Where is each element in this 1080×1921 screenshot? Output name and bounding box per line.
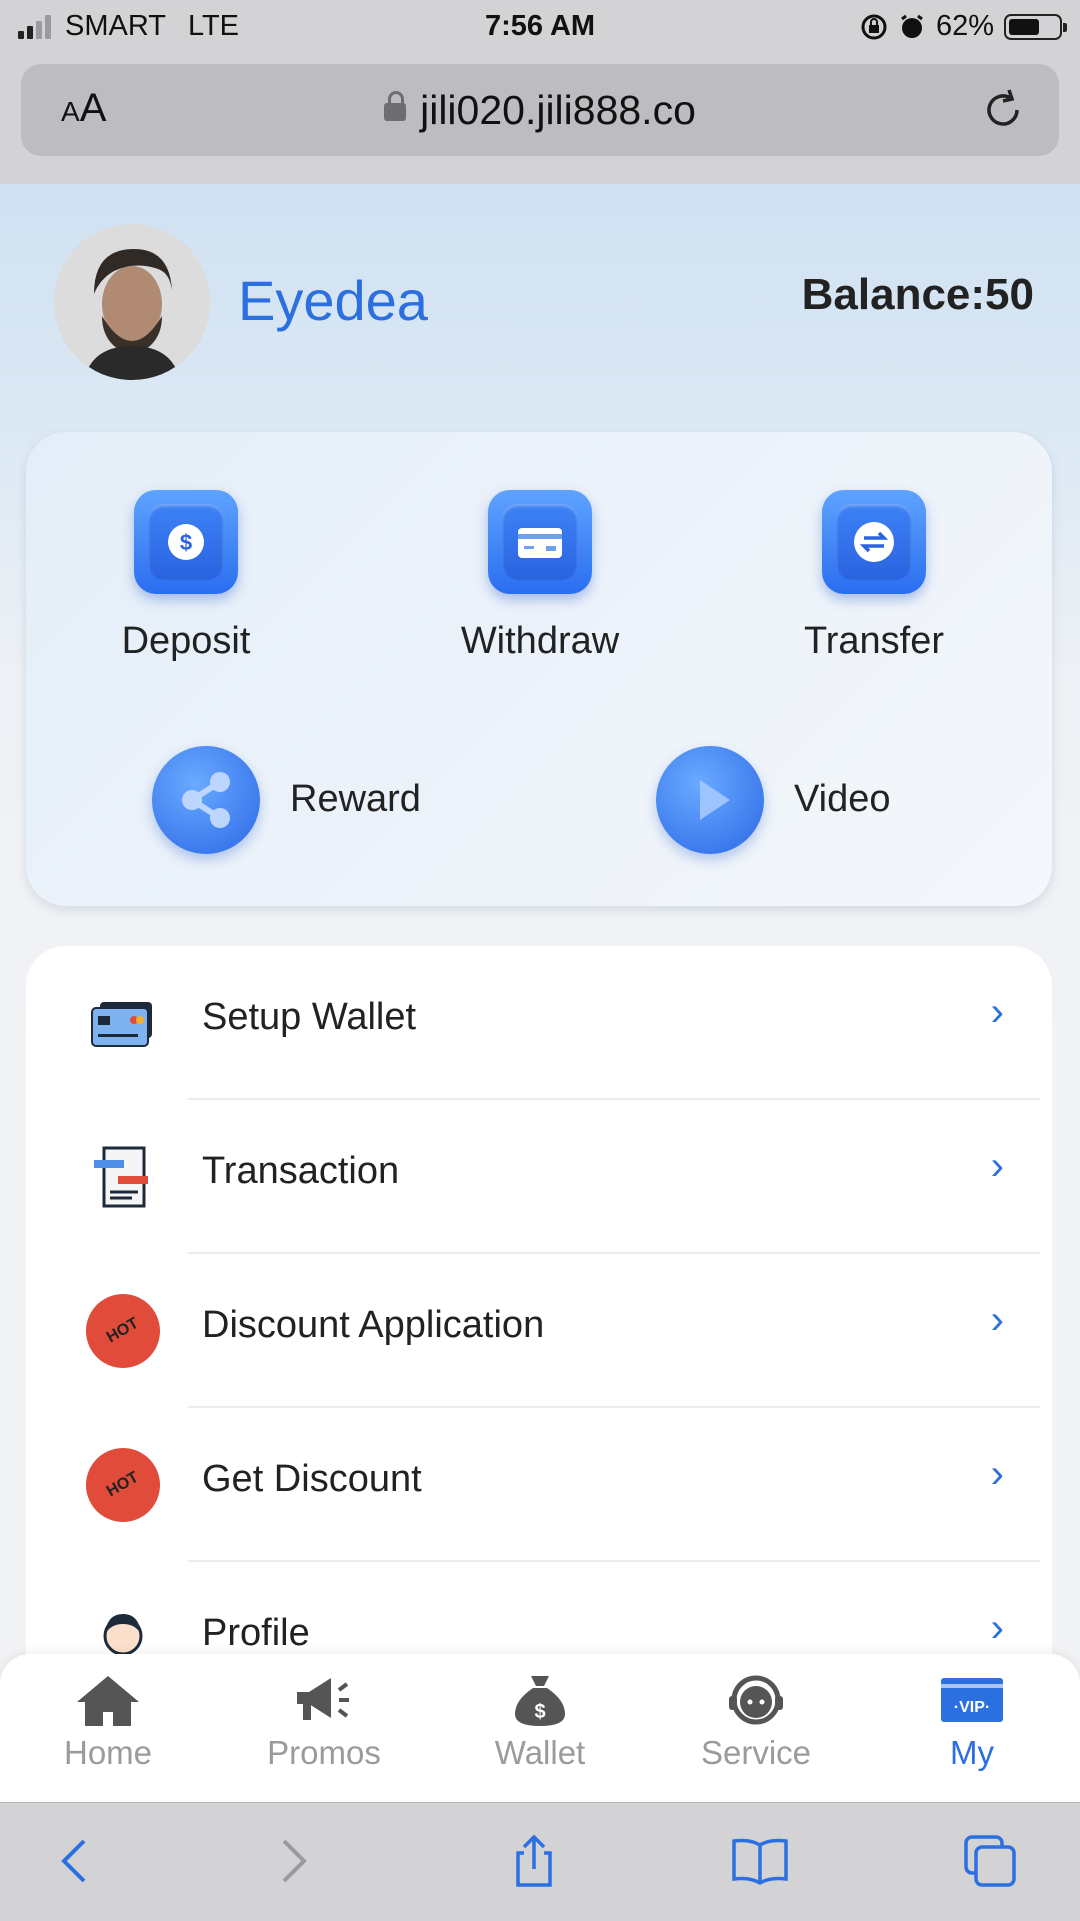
profile-header: Eyedea Balance:50 (54, 224, 1034, 384)
play-icon (656, 746, 764, 854)
menu-item-profile[interactable]: Profile › (26, 1562, 1052, 1654)
tab-home[interactable]: Home (0, 1672, 216, 1772)
text-size-button[interactable]: AA (61, 86, 106, 131)
reload-icon[interactable] (979, 86, 1027, 134)
video-label: Video (794, 778, 891, 820)
transfer-button[interactable]: Transfer (784, 490, 964, 663)
tab-label: Promos (267, 1734, 381, 1771)
battery-percent: 62% (935, 10, 994, 42)
url-text: jili020.jili888.co (420, 86, 696, 133)
deposit-label: Deposit (121, 620, 251, 662)
chevron-right-icon: › (990, 1144, 1004, 1188)
svg-text:$: $ (534, 1701, 545, 1723)
chevron-right-icon: › (990, 1452, 1004, 1496)
browser-url-area: AA jili020.jili888.co (0, 58, 1080, 185)
address-bar[interactable]: AA jili020.jili888.co (21, 64, 1059, 156)
avatar[interactable] (54, 224, 210, 380)
tabs-icon[interactable] (960, 1831, 1020, 1891)
home-icon (77, 1676, 139, 1726)
withdraw-label: Withdraw (460, 620, 620, 662)
menu-label: Setup Wallet (202, 996, 417, 1038)
svg-text:$: $ (180, 530, 192, 555)
forward-icon[interactable] (262, 1831, 322, 1891)
menu-item-setup-wallet[interactable]: Setup Wallet › (26, 946, 1052, 1100)
username: Eyedea (238, 269, 428, 332)
tab-label: My (950, 1734, 994, 1771)
dollar-coin-icon: $ (134, 490, 238, 594)
menu-label: Transaction (202, 1150, 400, 1192)
transfer-label: Transfer (803, 620, 945, 662)
hot-badge-icon: HOT (77, 1439, 169, 1531)
lock-icon (384, 91, 407, 121)
menu-label: Discount Application (202, 1304, 545, 1346)
withdraw-button[interactable]: Withdraw (440, 490, 640, 663)
battery-icon (1004, 13, 1067, 40)
share-icon[interactable] (504, 1831, 564, 1891)
vip-icon: ·VIP· (941, 1678, 1003, 1722)
share-icon (152, 746, 260, 854)
tab-promos[interactable]: Promos (216, 1672, 432, 1772)
tab-label: Home (63, 1734, 153, 1771)
chevron-right-icon: › (990, 990, 1004, 1034)
wallet-card-icon (91, 1002, 152, 1047)
person-icon (103, 1614, 143, 1654)
bookmarks-icon[interactable] (730, 1831, 790, 1891)
menu-item-discount-application[interactable]: HOT Discount Application › (26, 1254, 1052, 1408)
money-bag-icon: $ (515, 1676, 565, 1726)
orientation-lock-icon (861, 14, 887, 39)
menu-label: Profile (202, 1612, 310, 1654)
hot-badge-icon: HOT (77, 1285, 169, 1377)
deposit-button[interactable]: $ Deposit (96, 490, 276, 663)
menu-label: Get Discount (202, 1458, 422, 1500)
receipt-icon (94, 1146, 148, 1208)
tab-service[interactable]: Service (648, 1672, 864, 1772)
status-bar: SMART LTE 7:56 AM 62% (0, 0, 1080, 58)
alarm-icon (901, 14, 923, 38)
card-icon (488, 490, 592, 594)
menu-item-get-discount[interactable]: HOT Get Discount › (26, 1408, 1052, 1562)
transfer-icon (822, 490, 926, 594)
megaphone-icon (297, 1678, 349, 1720)
browser-toolbar (0, 1802, 1080, 1921)
menu-item-transaction[interactable]: Transaction › (26, 1100, 1052, 1254)
reward-label: Reward (290, 778, 421, 820)
menu-list: Setup Wallet › Transaction › HOT Discoun… (26, 946, 1052, 1654)
balance: Balance:50 (801, 270, 1034, 319)
svg-text:·VIP·: ·VIP· (954, 1699, 990, 1716)
tab-wallet[interactable]: $ Wallet (432, 1672, 648, 1772)
headset-icon (729, 1675, 783, 1725)
page-content: Eyedea Balance:50 $ Deposit Withdraw Tra… (0, 184, 1080, 1654)
tab-label: Wallet (494, 1734, 586, 1771)
chevron-right-icon: › (990, 1298, 1004, 1342)
tab-label: Service (700, 1734, 812, 1771)
reward-button[interactable]: Reward (152, 746, 452, 856)
chevron-right-icon: › (990, 1606, 1004, 1650)
video-button[interactable]: Video (656, 746, 956, 856)
tab-my[interactable]: ·VIP· My (864, 1672, 1080, 1772)
quick-actions-card: $ Deposit Withdraw Transfer Reward Video (26, 432, 1052, 906)
back-icon[interactable] (46, 1831, 106, 1891)
bottom-tab-bar: Home Promos $ Wallet Service ·VIP· My (0, 1654, 1080, 1802)
